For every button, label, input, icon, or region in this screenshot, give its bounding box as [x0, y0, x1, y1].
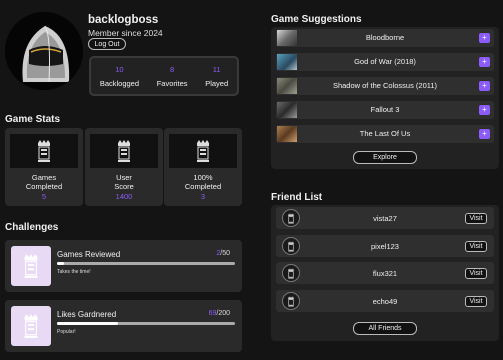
game-row[interactable]: Fallout 3 + [276, 101, 494, 119]
game-name: Bloodborne [365, 33, 405, 42]
visit-button[interactable]: Visit [465, 296, 487, 307]
challenge-total: /200 [216, 310, 230, 317]
friend-row: echo49 Visit [276, 290, 494, 312]
visit-button[interactable]: Visit [465, 213, 487, 224]
add-game-button[interactable]: + [479, 129, 490, 139]
stat-value: 8 [170, 64, 175, 74]
friend-name: flux321 [372, 269, 398, 278]
all-friends-button[interactable]: All Friends [353, 322, 417, 335]
stat-label: Backlogged [99, 78, 140, 88]
game-row[interactable]: God of War (2018) + [276, 53, 494, 71]
game-name: The Last Of Us [359, 129, 411, 138]
friend-list-panel: vista27 Visit pixel123 Visit flux321 Vis… [271, 205, 499, 341]
challenge-note: Takes the time! [57, 269, 91, 275]
member-since: Member since 2024 [88, 28, 163, 38]
friend-row: flux321 Visit [276, 262, 494, 284]
challenge-count: 2/50 [216, 250, 230, 257]
add-game-button[interactable]: + [479, 105, 490, 115]
explore-button[interactable]: Explore [353, 151, 417, 164]
challenge-card[interactable]: Likes Gardnered 69/200 Popular! [5, 300, 242, 352]
stat-card-label: Completed [184, 182, 222, 191]
game-suggestions-panel: Bloodborne + God of War (2018) + Shadow … [271, 27, 499, 169]
game-row[interactable]: Bloodborne + [276, 29, 494, 47]
game-name: Shadow of the Colossus (2011) [332, 81, 438, 90]
stat-card-games-completed: Games Completed 5 [5, 128, 83, 206]
stat-value: 10 [115, 64, 124, 74]
friend-list-title: Friend List [271, 192, 323, 203]
add-game-button[interactable]: + [479, 81, 490, 91]
stat-card-label: Games [31, 173, 57, 182]
stat-card-label: 100% [193, 173, 213, 182]
stat-label: Played [205, 78, 229, 88]
challenge-title: Likes Gardnered [57, 310, 117, 319]
trophy-icon [11, 246, 51, 286]
stat-card-user-score: User Score 1400 [85, 128, 163, 206]
challenge-progress-fill [57, 322, 119, 325]
visit-button[interactable]: Visit [465, 268, 487, 279]
challenge-progress-track [57, 322, 235, 325]
username: backlogboss [88, 14, 159, 26]
challenge-card[interactable]: Games Reviewed 2/50 Takes the time! [5, 240, 242, 292]
stat-backlogged[interactable]: 10 Backlogged [100, 65, 139, 88]
friend-row: vista27 Visit [276, 207, 494, 229]
friend-row: pixel123 Visit [276, 235, 494, 257]
game-row[interactable]: Shadow of the Colossus (2011) + [276, 77, 494, 95]
stat-card-value: 5 [41, 192, 47, 201]
stat-card-value: 1400 [115, 192, 133, 201]
game-name: Fallout 3 [370, 105, 400, 114]
trophy-icon [11, 306, 51, 346]
profile-avatar [5, 12, 83, 90]
stat-card-label: Score [114, 182, 134, 191]
stat-played[interactable]: 11 Played [205, 65, 228, 88]
stat-card-100-completed: 100% Completed 3 [164, 128, 242, 206]
add-game-button[interactable]: + [479, 57, 490, 67]
trophy-icon [10, 134, 78, 168]
challenge-total: /50 [220, 250, 230, 257]
add-game-button[interactable]: + [479, 33, 490, 43]
stat-favorites[interactable]: 8 Favorites [157, 65, 188, 88]
challenges-title: Challenges [5, 222, 59, 233]
game-stats-title: Game Stats [5, 114, 61, 125]
visit-button[interactable]: Visit [465, 241, 487, 252]
game-name: God of War (2018) [354, 57, 416, 66]
stat-value: 11 [212, 64, 221, 74]
challenge-title: Games Reviewed [57, 250, 121, 259]
trophy-icon [90, 134, 158, 168]
logout-button[interactable]: Log Out [88, 38, 126, 50]
friend-name: echo49 [372, 297, 398, 306]
game-row[interactable]: The Last Of Us + [276, 125, 494, 143]
challenge-note: Popular! [57, 329, 76, 335]
stat-card-value: 3 [200, 192, 206, 201]
stat-label: Favorites [156, 78, 188, 88]
stat-card-label: User [116, 173, 132, 182]
stat-card-label: Completed [25, 182, 63, 191]
challenge-progress-fill [57, 262, 65, 265]
profile-stats-bar: 10 Backlogged 8 Favorites 11 Played [89, 56, 239, 96]
friend-name: pixel123 [371, 242, 399, 251]
challenge-count: 69/200 [209, 310, 230, 317]
daft-punk-helmet-icon [5, 12, 83, 90]
challenge-progress-track [57, 262, 235, 265]
game-suggestions-title: Game Suggestions [271, 14, 362, 25]
trophy-icon [169, 134, 237, 168]
friend-name: vista27 [373, 214, 397, 223]
